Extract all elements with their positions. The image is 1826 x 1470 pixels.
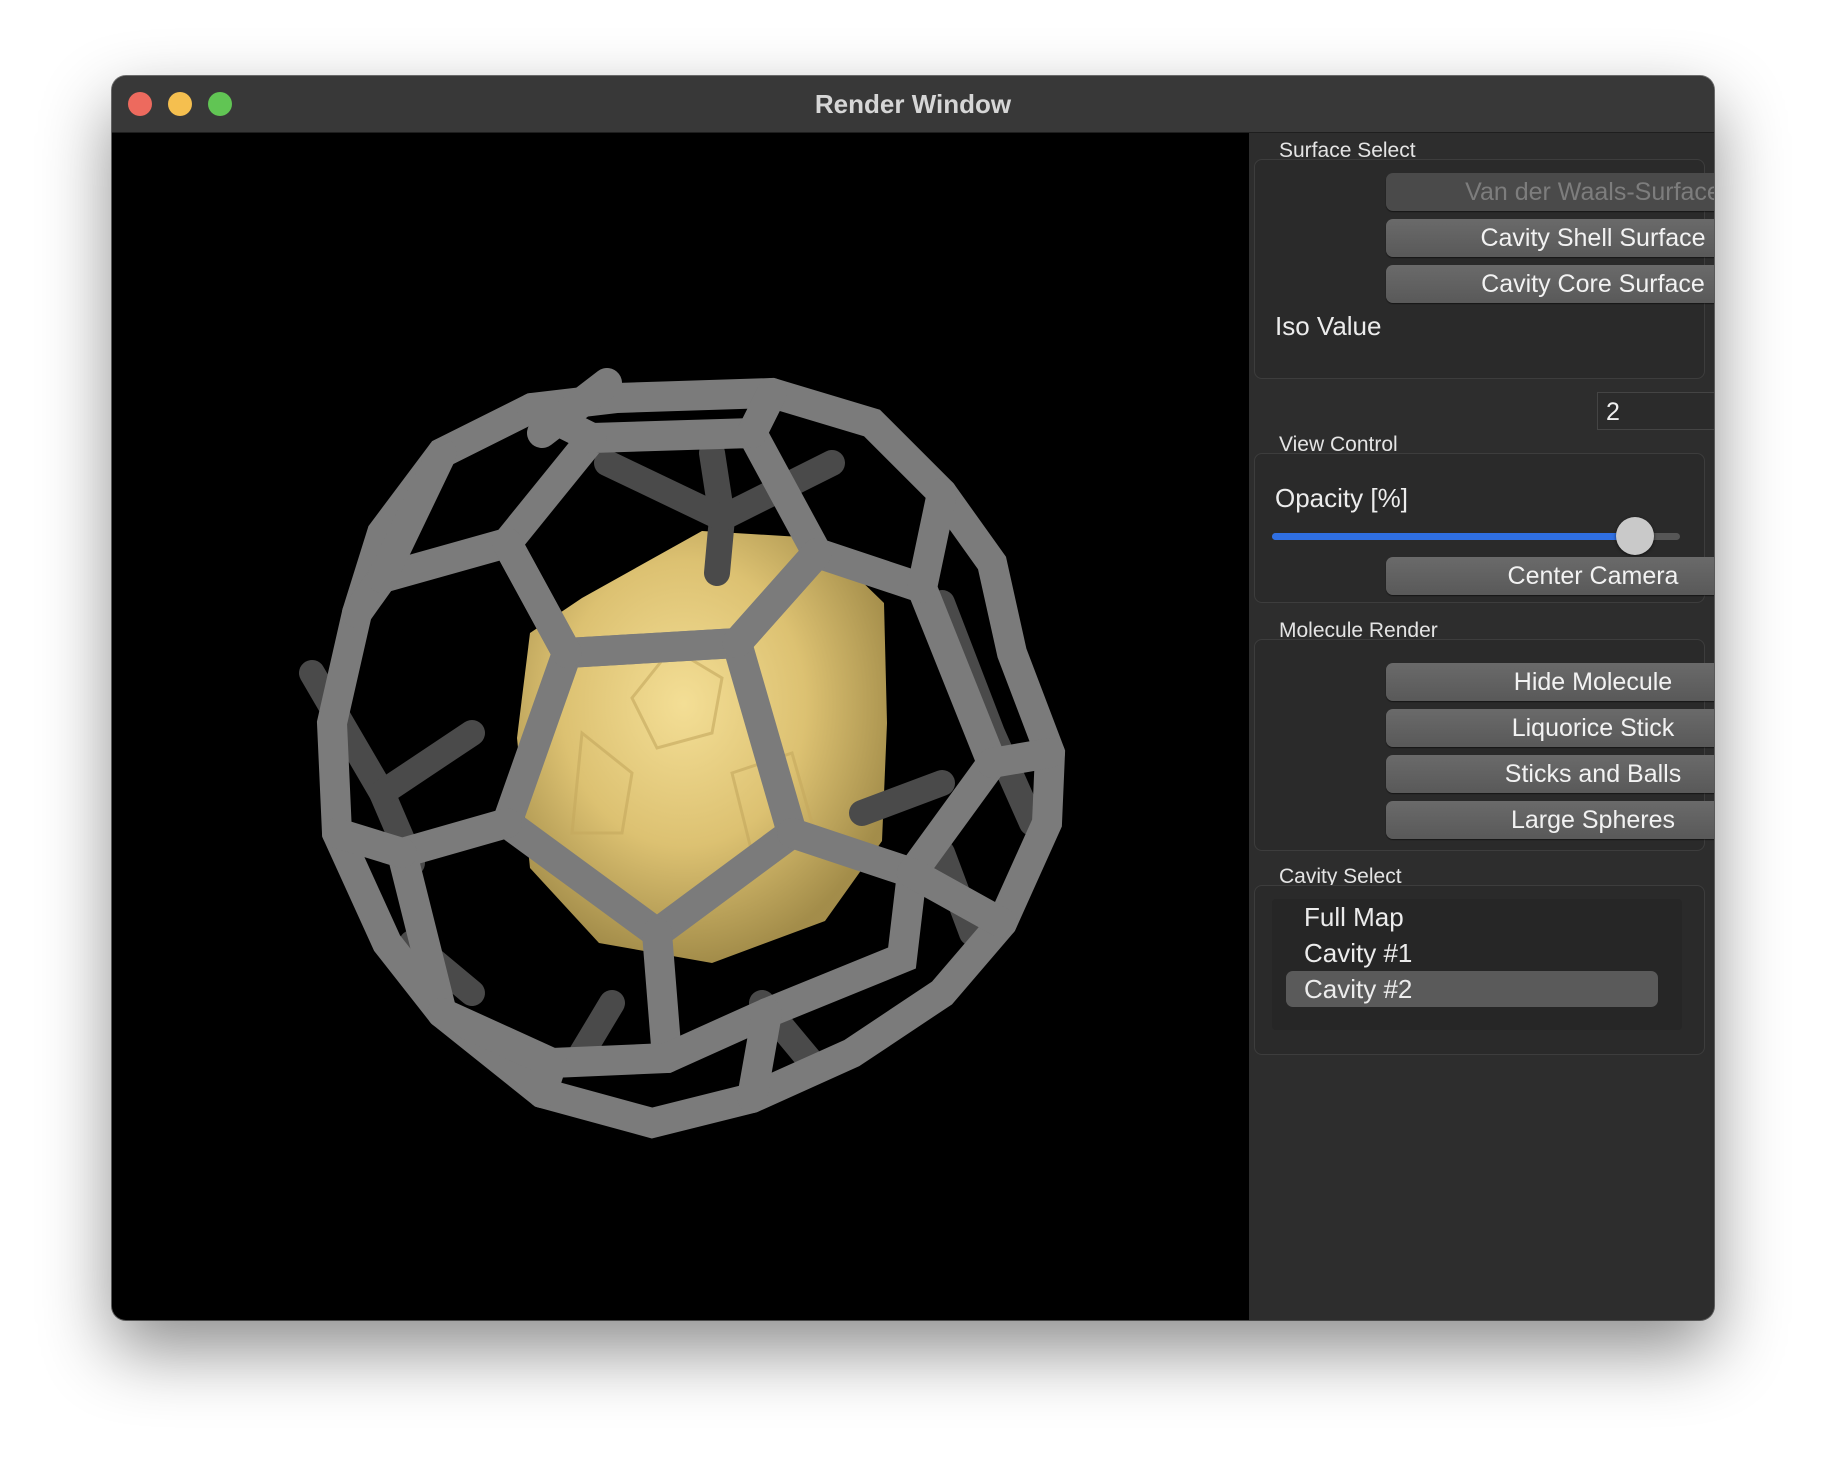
- large-spheres-button[interactable]: Large Spheres: [1386, 801, 1714, 839]
- molecule-scene: [299, 368, 1066, 1139]
- sticks-and-balls-button[interactable]: Sticks and Balls: [1386, 755, 1714, 793]
- van-der-waals-surface-button[interactable]: Van der Waals-Surface: [1386, 173, 1714, 211]
- opacity-slider-fill: [1272, 533, 1636, 540]
- liquorice-stick-button[interactable]: Liquorice Stick: [1386, 709, 1714, 747]
- render-window: Render Window Surface Select Van der Waa…: [112, 76, 1714, 1320]
- window-title: Render Window: [814, 89, 1012, 119]
- opacity-slider[interactable]: [1272, 517, 1680, 555]
- cavity-list-item-full-map[interactable]: Full Map: [1286, 899, 1658, 935]
- 3d-render-viewport[interactable]: [112, 133, 1249, 1320]
- hide-molecule-button[interactable]: Hide Molecule: [1386, 663, 1714, 701]
- cavity-shell-surface-button[interactable]: Cavity Shell Surface: [1386, 219, 1714, 257]
- title-bar[interactable]: Render Window: [112, 76, 1714, 133]
- opacity-slider-thumb[interactable]: [1616, 517, 1655, 555]
- cavity-core-surface-button[interactable]: Cavity Core Surface: [1386, 265, 1714, 303]
- cavity-list-item-cavity-2[interactable]: Cavity #2: [1286, 971, 1658, 1007]
- center-camera-button[interactable]: Center Camera: [1386, 557, 1714, 595]
- cavity-list-item-cavity-1[interactable]: Cavity #1: [1286, 935, 1658, 971]
- control-sidebar: Surface Select Van der Waals-Surface Cav…: [1249, 133, 1714, 1320]
- iso-value-input[interactable]: 2: [1597, 392, 1714, 430]
- iso-value-label: Iso Value: [1275, 311, 1382, 341]
- opacity-label: Opacity [%]: [1275, 483, 1408, 513]
